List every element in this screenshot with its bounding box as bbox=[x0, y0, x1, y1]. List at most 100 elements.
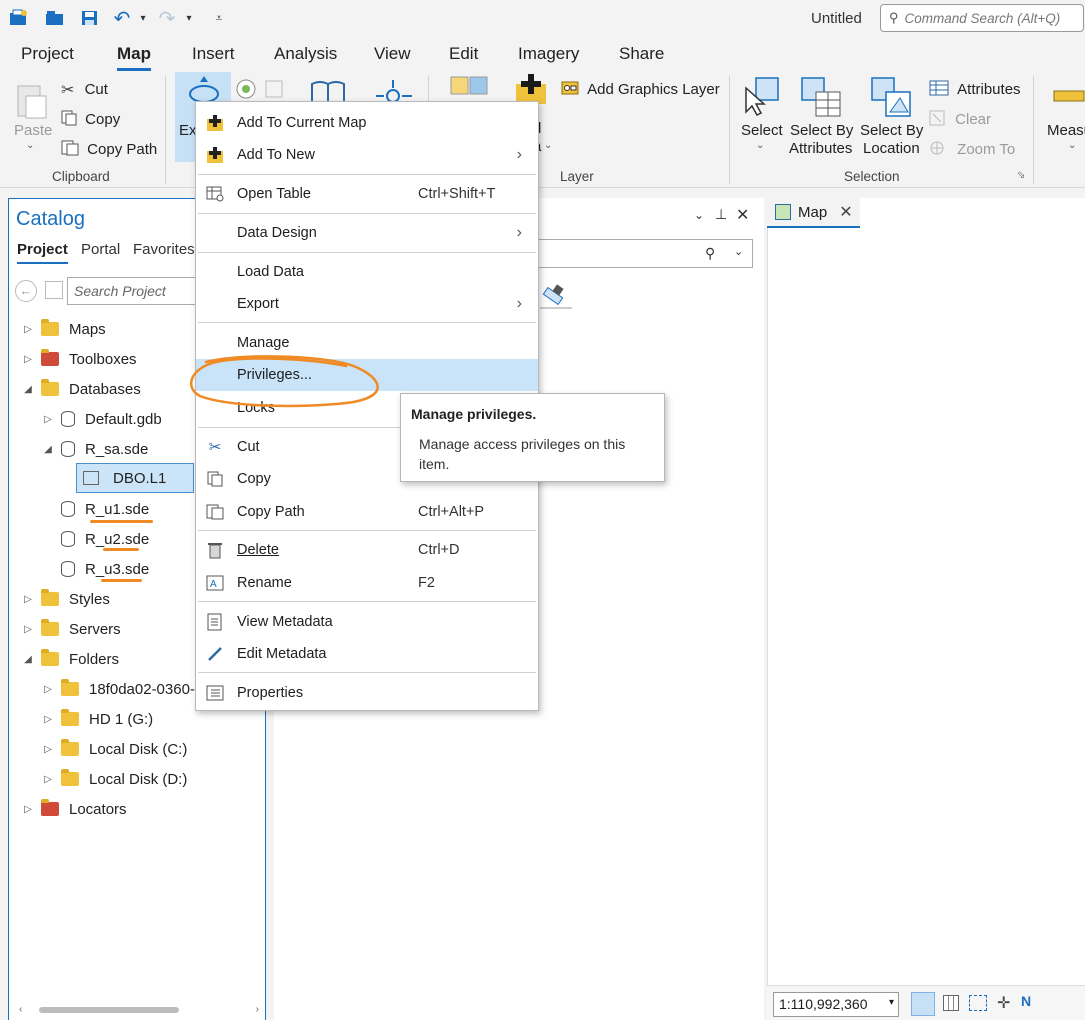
tab-project[interactable]: Project bbox=[21, 44, 74, 64]
close-map-tab-icon[interactable]: ✕ bbox=[839, 202, 852, 222]
tab-imagery[interactable]: Imagery bbox=[518, 44, 579, 64]
collapse-icon[interactable]: ◢ bbox=[21, 384, 35, 395]
redo-icon[interactable]: ↷ bbox=[156, 6, 178, 30]
pane-options-icon[interactable]: ⌄ bbox=[694, 208, 704, 222]
select-by-attributes-label-1[interactable]: Select By bbox=[790, 122, 853, 139]
catalog-tab-portal[interactable]: Portal bbox=[81, 241, 120, 258]
measure-dropdown-icon[interactable]: ⌄ bbox=[1068, 140, 1076, 151]
tree-item-local-disk-c[interactable]: ▷ Local Disk (C:) bbox=[41, 735, 187, 763]
crosshair-icon[interactable]: ✛ bbox=[997, 993, 1010, 1013]
collapse-icon[interactable]: ◢ bbox=[41, 444, 55, 455]
measure-button[interactable]: Measu bbox=[1047, 122, 1085, 139]
tree-item-r-u1-sde[interactable]: R_u1.sde bbox=[55, 495, 149, 523]
copy-path-row[interactable]: Copy Path bbox=[61, 140, 157, 160]
map-tab[interactable]: Map ✕ bbox=[767, 198, 860, 228]
tree-item-dbo-l1[interactable]: DBO.L1 bbox=[76, 463, 194, 493]
tree-item-local-disk-d[interactable]: ▷ Local Disk (D:) bbox=[41, 765, 187, 793]
expand-icon[interactable]: ▷ bbox=[41, 684, 55, 695]
expand-icon[interactable]: ▷ bbox=[21, 324, 35, 335]
paste-dropdown-icon[interactable]: ⌄ bbox=[26, 140, 34, 151]
save-icon[interactable] bbox=[79, 6, 101, 30]
menu-item-load-data[interactable]: Load Data bbox=[196, 256, 538, 288]
catalog-tab-project[interactable]: Project bbox=[17, 241, 68, 264]
menu-item-open-table[interactable]: Open Table Ctrl+Shift+T bbox=[196, 178, 538, 210]
scroll-right-icon[interactable]: › bbox=[256, 1004, 259, 1015]
menu-item-delete[interactable]: Delete Ctrl+D bbox=[196, 534, 538, 566]
menu-item-copy-path[interactable]: Copy Path Ctrl+Alt+P bbox=[196, 496, 538, 528]
select-dropdown-icon[interactable]: ⌄ bbox=[756, 140, 764, 151]
expand-icon[interactable]: ▷ bbox=[41, 774, 55, 785]
copy-row[interactable]: Copy bbox=[61, 110, 120, 130]
scrollbar-thumb[interactable] bbox=[39, 1007, 179, 1013]
tree-item-styles[interactable]: ▷ Styles bbox=[21, 585, 110, 613]
satellite-icon[interactable] bbox=[540, 282, 572, 313]
scale-dropdown-icon[interactable]: ▾ bbox=[889, 997, 894, 1008]
menu-item-add-to-new[interactable]: Add To New › bbox=[196, 139, 538, 171]
tab-analysis[interactable]: Analysis bbox=[274, 44, 337, 64]
paste-button[interactable]: Paste bbox=[14, 122, 52, 139]
command-search-input[interactable]: ⚲ Command Search (Alt+Q) bbox=[880, 4, 1084, 32]
menu-item-rename[interactable]: A Rename F2 bbox=[196, 567, 538, 599]
expand-icon[interactable]: ▷ bbox=[41, 414, 55, 425]
zoom-to-button[interactable]: Zoom To bbox=[929, 140, 1015, 160]
tab-insert[interactable]: Insert bbox=[192, 44, 235, 64]
scroll-left-icon[interactable]: ‹ bbox=[19, 1004, 22, 1015]
tree-item-servers[interactable]: ▷ Servers bbox=[21, 615, 121, 643]
expand-icon[interactable]: ▷ bbox=[21, 594, 35, 605]
map-view[interactable] bbox=[767, 198, 1085, 1020]
redo-dropdown-icon[interactable]: ▾ bbox=[183, 6, 195, 30]
close-pane-icon[interactable]: ✕ bbox=[736, 205, 749, 225]
menu-item-properties[interactable]: Properties bbox=[196, 677, 538, 709]
attributes-button[interactable]: Attributes bbox=[929, 80, 1021, 100]
tab-edit[interactable]: Edit bbox=[449, 44, 478, 64]
tree-item-default-gdb[interactable]: ▷ Default.gdb bbox=[41, 405, 162, 433]
tree-item-databases[interactable]: ◢ Databases bbox=[21, 375, 141, 403]
tree-item-maps[interactable]: ▷ Maps bbox=[21, 315, 106, 343]
selection-launcher-icon[interactable]: ⬂ bbox=[1017, 170, 1025, 181]
tree-item-folders[interactable]: ◢ Folders bbox=[21, 645, 119, 673]
undo-icon[interactable]: ↶ bbox=[111, 6, 133, 30]
select-by-attributes-label-2[interactable]: Attributes bbox=[789, 140, 852, 157]
tree-item-project-folder[interactable]: ▷ 18f0da02-0360- bbox=[41, 675, 195, 703]
snapping-icon[interactable] bbox=[969, 995, 987, 1011]
undo-dropdown-icon[interactable]: ▾ bbox=[137, 6, 149, 30]
horizontal-scrollbar[interactable]: ‹ › bbox=[19, 1004, 259, 1015]
select-by-location-label-1[interactable]: Select By bbox=[860, 122, 923, 139]
menu-item-edit-metadata[interactable]: Edit Metadata bbox=[196, 638, 538, 670]
select-by-location-label-2[interactable]: Location bbox=[863, 140, 920, 157]
menu-item-data-design[interactable]: Data Design › bbox=[196, 217, 538, 249]
expand-icon[interactable]: ▷ bbox=[21, 804, 35, 815]
clear-button[interactable]: Clear bbox=[929, 110, 991, 130]
open-project-icon[interactable] bbox=[44, 6, 66, 30]
menu-item-add-to-current-map[interactable]: Add To Current Map bbox=[196, 107, 538, 139]
tree-item-toolboxes[interactable]: ▷ Toolboxes bbox=[21, 345, 137, 373]
north-arrow-icon[interactable]: N bbox=[1021, 993, 1031, 1009]
collapse-icon[interactable]: ◢ bbox=[21, 654, 35, 665]
add-data-dropdown-icon[interactable]: ⌄ bbox=[544, 140, 552, 151]
customize-toolbar-icon[interactable]: ⩡ bbox=[211, 6, 227, 30]
new-project-icon[interactable] bbox=[8, 6, 30, 30]
project-home-icon[interactable] bbox=[45, 281, 63, 299]
tab-share[interactable]: Share bbox=[619, 44, 664, 64]
catalog-tab-favorites[interactable]: Favorites bbox=[133, 241, 195, 258]
catalog-view-search-input[interactable]: ⚲ ⌄ bbox=[538, 239, 753, 268]
menu-item-view-metadata[interactable]: View Metadata bbox=[196, 606, 538, 638]
select-button[interactable]: Select bbox=[741, 122, 783, 139]
tree-item-r-sa-sde[interactable]: ◢ R_sa.sde bbox=[41, 435, 148, 463]
expand-icon[interactable]: ▷ bbox=[21, 354, 35, 365]
dropdown-icon[interactable]: ⌄ bbox=[734, 245, 743, 258]
add-graphics-layer-button[interactable]: Add Graphics Layer bbox=[561, 80, 720, 100]
fixed-zoom-icon[interactable] bbox=[911, 992, 935, 1016]
grid-icon[interactable] bbox=[943, 995, 959, 1011]
tree-item-hd1-g[interactable]: ▷ HD 1 (G:) bbox=[41, 705, 153, 733]
menu-item-export[interactable]: Export › bbox=[196, 288, 538, 320]
expand-icon[interactable]: ▷ bbox=[41, 714, 55, 725]
back-icon[interactable]: ← bbox=[15, 280, 37, 302]
tab-map[interactable]: Map bbox=[117, 44, 151, 71]
cut-row[interactable]: ✂ Cut bbox=[61, 80, 108, 100]
scale-selector[interactable]: 1:110,992,360 ▾ bbox=[773, 992, 899, 1017]
expand-icon[interactable]: ▷ bbox=[21, 624, 35, 635]
tab-view[interactable]: View bbox=[374, 44, 411, 64]
expand-icon[interactable]: ▷ bbox=[41, 744, 55, 755]
pin-icon[interactable]: ⊥ bbox=[715, 206, 727, 223]
